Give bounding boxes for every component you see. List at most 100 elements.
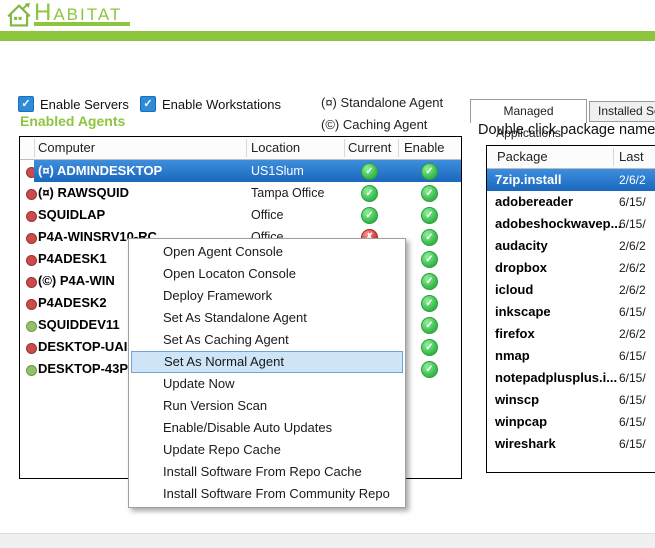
package-last-date: 6/15/ (619, 217, 646, 231)
enable-toggle-icon[interactable]: ✓ (421, 295, 438, 312)
enable-servers-label: Enable Servers (40, 97, 129, 112)
enable-toggle-icon[interactable]: ✓ (421, 163, 438, 180)
enable-servers-checkbox[interactable]: ✓ (18, 96, 34, 112)
package-name: nmap (495, 348, 530, 363)
packages-table-header: Package Last (487, 146, 655, 169)
legend-caching-agent: (©) Caching Agent (321, 117, 427, 132)
context-menu-item[interactable]: Enable/Disable Auto Updates (131, 417, 403, 439)
current-status-icon: ✓ (361, 185, 378, 202)
context-menu-item[interactable]: Set As Caching Agent (131, 329, 403, 351)
agent-computer-name: DESKTOP-UAI (38, 339, 127, 354)
package-last-date: 6/15/ (619, 305, 646, 319)
column-header-current[interactable]: Current (348, 137, 391, 159)
context-menu-item[interactable]: Update Repo Cache (131, 439, 403, 461)
package-last-date: 6/15/ (619, 415, 646, 429)
current-status-icon: ✓ (361, 207, 378, 224)
enable-toggle-icon[interactable]: ✓ (421, 251, 438, 268)
agent-table-row[interactable]: (¤) ADMINDESKTOP US1Slum ✓ ✓ (20, 160, 461, 182)
context-menu-item[interactable]: Install Software From Repo Cache (131, 461, 403, 483)
context-menu-item[interactable]: Set As Normal Agent (131, 351, 403, 373)
package-table-row[interactable]: adobeshockwavep... 6/15/ (487, 213, 655, 235)
enable-workstations-checkbox[interactable]: ✓ (140, 96, 156, 112)
package-table-row[interactable]: adobereader 6/15/ (487, 191, 655, 213)
package-table-row[interactable]: 7zip.install 2/6/2 (487, 169, 655, 191)
context-menu-item[interactable]: Update Now (131, 373, 403, 395)
enable-workstations-label: Enable Workstations (162, 97, 281, 112)
package-table-row[interactable]: audacity 2/6/2 (487, 235, 655, 257)
package-table-row[interactable]: inkscape 6/15/ (487, 301, 655, 323)
package-last-date: 2/6/2 (619, 283, 646, 297)
context-menu-item[interactable]: Run Version Scan (131, 395, 403, 417)
agent-computer-name: SQUIDDEV11 (38, 317, 120, 332)
column-header-last[interactable]: Last (619, 146, 644, 168)
package-table-row[interactable]: icloud 2/6/2 (487, 279, 655, 301)
package-last-date: 6/15/ (619, 437, 646, 451)
package-name: dropbox (495, 260, 547, 275)
package-name: adobeshockwavep... (495, 216, 621, 231)
packages-table: Package Last 7zip.install 2/6/2 adoberea… (486, 145, 655, 473)
package-name: inkscape (495, 304, 551, 319)
package-last-date: 6/15/ (619, 371, 646, 385)
column-header-package[interactable]: Package (497, 146, 548, 168)
enable-toggle-icon[interactable]: ✓ (421, 229, 438, 246)
package-last-date: 6/15/ (619, 195, 646, 209)
agent-computer-name: P4ADESK2 (38, 295, 107, 310)
current-status-icon: ✓ (361, 163, 378, 180)
column-header-location[interactable]: Location (251, 137, 300, 159)
legend-standalone-agent: (¤) Standalone Agent (321, 95, 443, 110)
status-bar (0, 533, 655, 548)
package-last-date: 2/6/2 (619, 327, 646, 341)
brand-underline (34, 22, 130, 26)
habitat-app-window: Habitat ✓ Enable Servers ✓ Enable Workst… (0, 0, 655, 548)
agent-location: US1Slum (251, 164, 304, 178)
context-menu-item[interactable]: Set As Standalone Agent (131, 307, 403, 329)
agent-table-row[interactable]: SQUIDLAP Office ✓ ✓ (20, 204, 461, 226)
habitat-house-icon (6, 2, 32, 29)
package-table-row[interactable]: winpcap 6/15/ (487, 411, 655, 433)
package-last-date: 6/15/ (619, 393, 646, 407)
package-table-row[interactable]: firefox 2/6/2 (487, 323, 655, 345)
enable-toggle-icon[interactable]: ✓ (421, 185, 438, 202)
package-name: 7zip.install (495, 172, 561, 187)
package-last-date: 2/6/2 (619, 173, 646, 187)
package-name: wireshark (495, 436, 556, 451)
package-last-date: 2/6/2 (619, 239, 646, 253)
tab-managed-applications[interactable]: Managed Applications (470, 99, 587, 123)
enabled-agents-title: Enabled Agents (20, 113, 125, 129)
column-header-computer[interactable]: Computer (38, 137, 95, 159)
enable-toggle-icon[interactable]: ✓ (421, 361, 438, 378)
enable-toggle-icon[interactable]: ✓ (421, 317, 438, 334)
header-accent-bar (0, 31, 655, 41)
package-last-date: 2/6/2 (619, 261, 646, 275)
header-divider (613, 148, 614, 166)
package-table-row[interactable]: winscp 6/15/ (487, 389, 655, 411)
agent-location: Tampa Office (251, 186, 324, 200)
context-menu-item[interactable]: Deploy Framework (131, 285, 403, 307)
package-name: notepadplusplus.i... (495, 370, 617, 385)
enable-toggle-icon[interactable]: ✓ (421, 339, 438, 356)
tab-installed-software[interactable]: Installed So (589, 101, 655, 122)
agent-location: Office (251, 208, 283, 222)
header-divider (344, 139, 345, 157)
agent-table-row[interactable]: (¤) RAWSQUID Tampa Office ✓ ✓ (20, 182, 461, 204)
package-name: icloud (495, 282, 533, 297)
agent-computer-name: (¤) ADMINDESKTOP (38, 163, 162, 178)
package-table-row[interactable]: dropbox 2/6/2 (487, 257, 655, 279)
context-menu-item[interactable]: Install Software From Community Repo (131, 483, 403, 505)
agent-computer-name: (©) P4A-WIN (38, 273, 115, 288)
header-divider (398, 139, 399, 157)
agent-context-menu: Open Agent Console Open Locaton Console … (128, 238, 406, 508)
column-header-enable[interactable]: Enable (404, 137, 444, 159)
package-name: audacity (495, 238, 548, 253)
package-name: winscp (495, 392, 539, 407)
context-menu-item[interactable]: Open Agent Console (131, 241, 403, 263)
package-table-row[interactable]: notepadplusplus.i... 6/15/ (487, 367, 655, 389)
package-table-row[interactable]: wireshark 6/15/ (487, 433, 655, 455)
enable-toggle-icon[interactable]: ✓ (421, 273, 438, 290)
agent-computer-name: P4ADESK1 (38, 251, 107, 266)
agent-computer-name: DESKTOP-43P (38, 361, 128, 376)
context-menu-item[interactable]: Open Locaton Console (131, 263, 403, 285)
agents-table-header: Computer Location Current Enable (20, 137, 461, 160)
package-table-row[interactable]: nmap 6/15/ (487, 345, 655, 367)
enable-toggle-icon[interactable]: ✓ (421, 207, 438, 224)
